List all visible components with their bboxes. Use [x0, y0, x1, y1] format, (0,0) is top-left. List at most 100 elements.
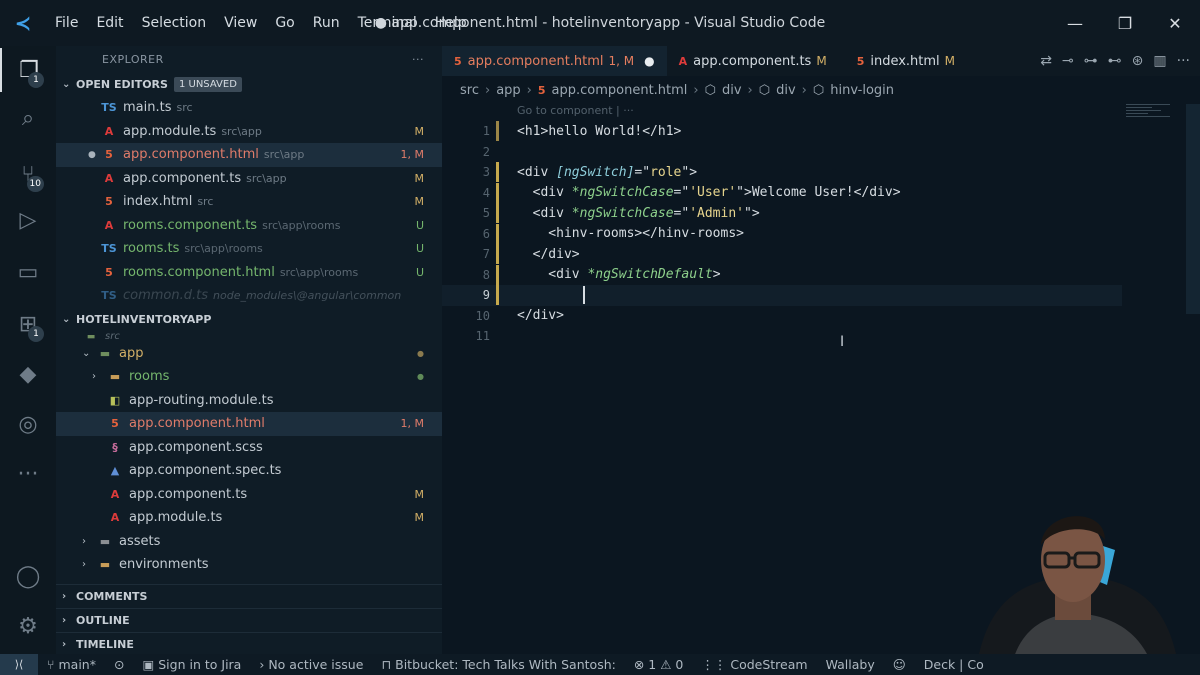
git-status: U [415, 265, 424, 279]
tree-file-active[interactable]: 5 app.component.html 1, M [56, 412, 442, 436]
active-issue[interactable]: › No active issue [250, 657, 372, 672]
code-editor[interactable]: 1 <h1>hello World!</h1> 2 3 <div [ngSwit… [442, 121, 1122, 347]
menu-run[interactable]: Run [304, 0, 349, 46]
menu-terminal[interactable]: Terminal [349, 0, 426, 46]
line-number: 9 [482, 288, 490, 303]
explorer-icon[interactable]: ❐ 1 [0, 48, 56, 92]
breadcrumb-src[interactable]: src [460, 83, 479, 98]
breadcrumb-file[interactable]: app.component.html [552, 83, 688, 98]
open-editor-item[interactable]: TS rooms.ts src\app\rooms U [56, 237, 442, 261]
tab-app-component-html[interactable]: 5 app.component.html 1, M ● [442, 46, 667, 76]
open-editor-item[interactable]: TS common.d.ts node_modules\@angular\com… [56, 284, 442, 308]
breadcrumb-app[interactable]: app [496, 83, 520, 98]
tree-folder-src[interactable]: ▬ src [56, 332, 442, 342]
branch-indicator[interactable]: ⑂ main* [38, 657, 105, 672]
docker-icon[interactable]: ◆ [0, 352, 56, 396]
split-editor-icon[interactable]: ▥ [1153, 53, 1166, 69]
compare-changes-icon[interactable]: ⇄ [1040, 53, 1052, 69]
file-path: src\app\rooms [279, 265, 359, 279]
more-actions-icon[interactable]: ··· [1177, 53, 1190, 69]
extensions-icon[interactable]: ⊞ 1 [0, 302, 56, 346]
gitlens-blame-icon[interactable]: ⊛ [1132, 53, 1144, 69]
open-editor-item-active[interactable]: ● 5 app.component.html src\app 1, M [56, 143, 442, 167]
remote-explorer-icon[interactable]: ▭ [0, 250, 56, 294]
menu-go[interactable]: Go [266, 0, 303, 46]
breadcrumb-div[interactable]: div [776, 83, 796, 98]
search-icon[interactable]: ⌕ [0, 96, 56, 140]
copilot-icon[interactable]: ☺ [884, 657, 915, 672]
deck-status[interactable]: Deck | Co [915, 657, 993, 672]
tree-folder-rooms[interactable]: › ▬ rooms ● [56, 365, 442, 389]
restore-button[interactable]: ❐ [1100, 0, 1150, 46]
project-header[interactable]: ⌄ HOTELINVENTORYAPP [56, 308, 442, 332]
breadcrumb: src › app › 5 app.component.html › ⬡ div… [460, 82, 895, 98]
run-debug-icon[interactable]: ▷ [0, 198, 56, 242]
problems-indicator[interactable]: ⊗ 1 ⚠ 0 [625, 657, 693, 672]
breadcrumb-div[interactable]: div [722, 83, 742, 98]
close-button[interactable]: ✕ [1150, 0, 1200, 46]
open-editor-item[interactable]: A app.module.ts src\app M [56, 120, 442, 144]
timeline-section-header[interactable]: › TIMELINE [56, 632, 442, 654]
previous-change-icon[interactable]: ⊸ [1062, 53, 1074, 69]
tab-index-html[interactable]: 5 index.html M [839, 46, 967, 76]
tree-file[interactable]: § app.component.scss [56, 436, 442, 460]
codestream-label: CodeStream [730, 657, 808, 672]
menu-file[interactable]: File [46, 0, 87, 46]
menu-edit[interactable]: Edit [87, 0, 132, 46]
comments-section-header[interactable]: › COMMENTS [56, 584, 442, 608]
folder-icon: ▬ [109, 370, 121, 384]
open-editor-item[interactable]: 5 rooms.component.html src\app\rooms U [56, 261, 442, 285]
minimap[interactable] [1126, 104, 1170, 124]
tree-folder-environments[interactable]: › ▬ environments [56, 553, 442, 577]
more-views-icon[interactable]: ··· [0, 452, 56, 496]
file-name: app.component.spec.ts [129, 463, 282, 479]
folder-name: src [105, 331, 120, 342]
tab-app-component-ts[interactable]: A app.component.ts M [667, 46, 839, 76]
tree-file[interactable]: ▲ app.component.spec.ts [56, 459, 442, 483]
minimize-button[interactable]: — [1050, 0, 1100, 46]
commit-icon[interactable]: ⊶ [1084, 53, 1098, 69]
presenter-video [955, 485, 1200, 675]
open-editor-item[interactable]: 5 index.html src M [56, 190, 442, 214]
tree-file[interactable]: A app.module.ts M [56, 506, 442, 530]
tree-file[interactable]: ◧ app-routing.module.ts [56, 389, 442, 413]
next-change-icon[interactable]: ⊷ [1108, 53, 1122, 69]
open-editor-item[interactable]: A rooms.component.ts src\app\rooms U [56, 214, 442, 238]
jira-sign-in[interactable]: ▣ Sign in to Jira [133, 657, 250, 672]
accounts-icon[interactable]: ◯ [0, 554, 56, 598]
gitlens-icon[interactable]: ◎ [0, 402, 56, 446]
tree-folder-assets[interactable]: › ▬ assets [56, 530, 442, 554]
line-number: 1 [482, 124, 490, 139]
sync-icon[interactable]: ⊙ [105, 657, 133, 672]
open-editors-header[interactable]: ⌄ OPEN EDITORS 1 UNSAVED [56, 72, 442, 96]
bitbucket-status[interactable]: ⊓ Bitbucket: Tech Talks With Santosh: [372, 657, 624, 672]
menu-selection[interactable]: Selection [133, 0, 216, 46]
tree-file[interactable]: A app.component.ts M [56, 483, 442, 507]
codelens[interactable]: Go to component | ··· [517, 104, 634, 117]
vertical-scrollbar[interactable] [1186, 104, 1200, 314]
codestream-status[interactable]: ⋮⋮ CodeStream [692, 657, 816, 672]
bitbucket-icon: ⊓ [381, 657, 396, 672]
unsaved-dot-icon[interactable]: ● [644, 54, 654, 68]
outline-section-header[interactable]: › OUTLINE [56, 608, 442, 632]
git-status: U [415, 242, 424, 256]
open-editor-item[interactable]: A app.component.ts src\app M [56, 167, 442, 191]
git-status-dot: ● [417, 372, 424, 382]
menu-help[interactable]: Help [426, 0, 476, 46]
explorer-more-icon[interactable]: ··· [412, 53, 424, 66]
open-editor-item[interactable]: TS main.ts src [56, 96, 442, 120]
tree-folder-app[interactable]: ⌄ ▬ app ● [56, 342, 442, 366]
remote-indicator-icon[interactable]: ⟩⟨ [0, 654, 38, 675]
wallaby-status[interactable]: Wallaby [817, 657, 884, 672]
file-name: app.component.scss [129, 439, 263, 455]
chevron-right-icon: › [259, 657, 269, 672]
file-name: app-routing.module.ts [129, 392, 274, 408]
html-file-icon: 5 [856, 54, 865, 68]
breadcrumb-hinv-login[interactable]: hinv-login [830, 83, 894, 98]
git-status: M [414, 124, 425, 138]
source-control-icon[interactable]: ⑂ 10 [0, 152, 56, 196]
tab-status: 1, M [608, 54, 635, 68]
settings-gear-icon[interactable]: ⚙ [0, 604, 56, 648]
routing-file-icon: ◧ [109, 393, 121, 407]
menu-view[interactable]: View [215, 0, 266, 46]
